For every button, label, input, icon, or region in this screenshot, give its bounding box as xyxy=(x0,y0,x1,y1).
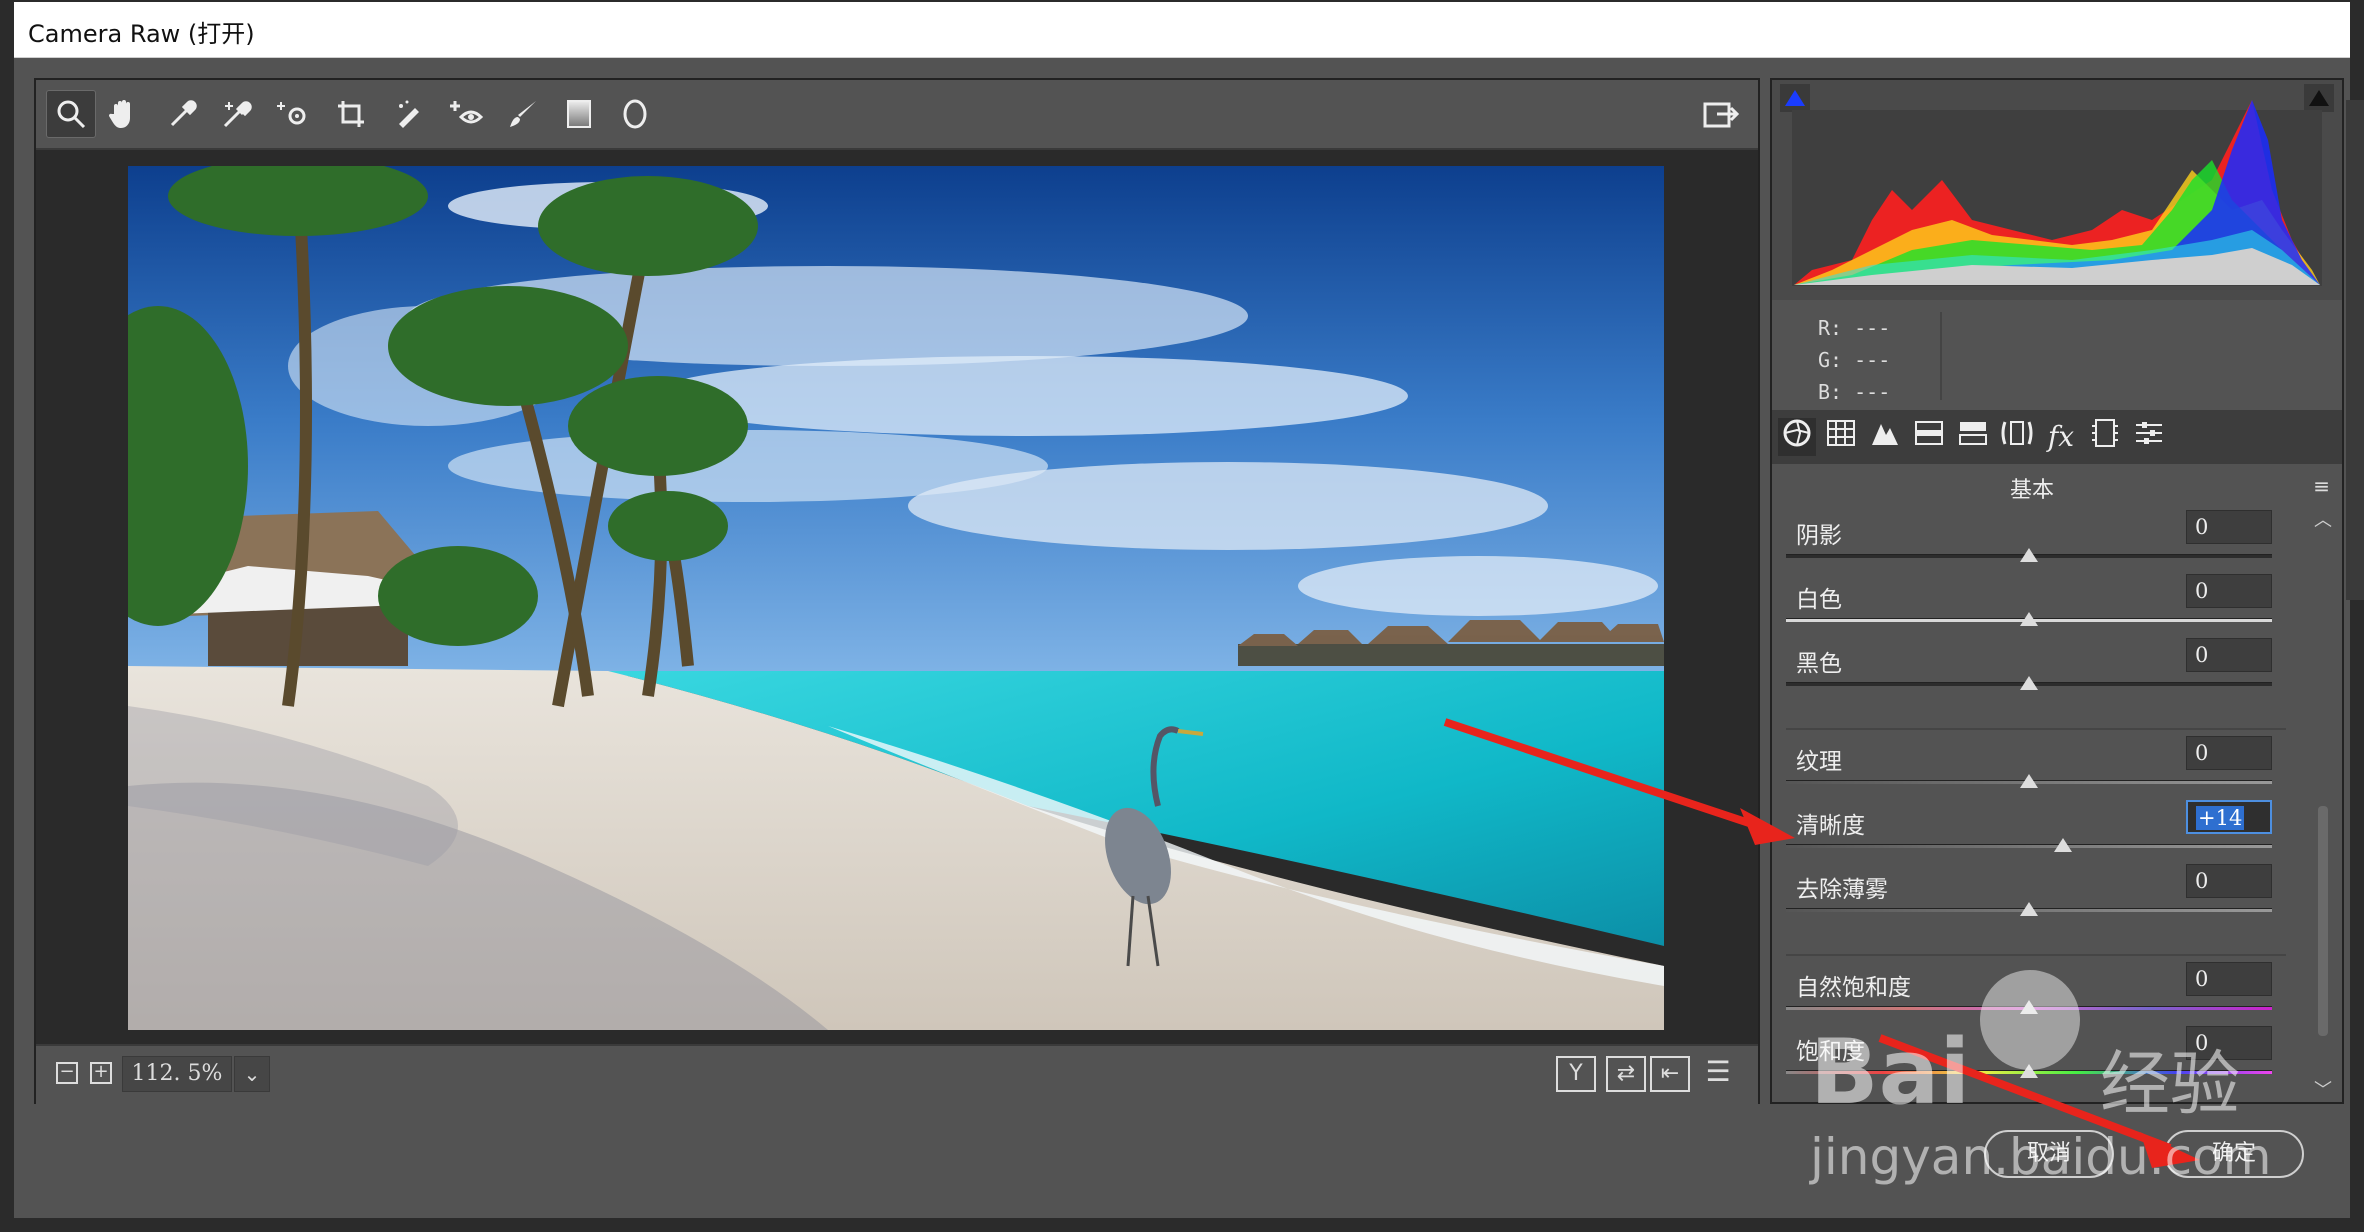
slider-label: 自然饱和度 xyxy=(1796,975,1911,1001)
slider-label: 饱和度 xyxy=(1796,1039,1865,1065)
split-toning-tab-icon[interactable] xyxy=(1954,418,1992,456)
slider-label: 去除薄雾 xyxy=(1796,877,1888,903)
tool-bar xyxy=(36,80,1758,150)
slider-value-input[interactable]: 0 xyxy=(2186,574,2272,608)
slider-thumb[interactable] xyxy=(2020,676,2038,690)
slider-thumb[interactable] xyxy=(2020,774,2038,788)
scroll-up-icon[interactable]: ︿ xyxy=(2314,506,2332,532)
targeted-adjust-icon[interactable] xyxy=(268,90,318,138)
copy-settings-button[interactable]: ⇤ xyxy=(1650,1056,1690,1092)
adjustments-panel: R: --- G: --- B: --- fx 基本 ≡ 阴影 0 白色 0 黑… xyxy=(1770,78,2344,1104)
histogram-graph xyxy=(1792,100,2322,286)
section-divider xyxy=(1786,954,2286,956)
slider-track[interactable] xyxy=(1786,844,2272,848)
panel-title: 基本 xyxy=(2009,478,2054,503)
readout-separator xyxy=(1940,312,1942,400)
slider-label: 阴影 xyxy=(1796,523,1842,549)
detail-tab-icon[interactable] xyxy=(1866,418,1904,456)
export-icon[interactable] xyxy=(1696,90,1746,138)
slider-label: 黑色 xyxy=(1796,651,1842,677)
slider-thumb[interactable] xyxy=(2020,1064,2038,1078)
section-divider xyxy=(1786,728,2286,730)
slider-value-input[interactable]: 0 xyxy=(2186,1026,2272,1060)
panel-tabs: fx xyxy=(1772,410,2342,464)
r-readout: R: --- xyxy=(1818,316,1891,340)
slider-thumb[interactable] xyxy=(2020,548,2038,562)
slider-dehaze: 去除薄雾 0 xyxy=(1786,864,2272,930)
slider-thumb[interactable] xyxy=(2020,612,2038,626)
slider-vibrance: 自然饱和度 0 xyxy=(1786,962,2272,1028)
slider-saturation: 饱和度 0 xyxy=(1786,1026,2272,1092)
scroll-down-icon[interactable]: ﹀ xyxy=(2314,1076,2332,1102)
white-balance-icon[interactable] xyxy=(158,90,208,138)
cancel-button[interactable]: 取消 xyxy=(1984,1130,2114,1178)
screen: Camera Raw (打开) − + 112. 5% ⌄ Y ⇄ ⇤ ☰ R:… xyxy=(0,0,2364,1232)
slider-value-input[interactable]: 0 xyxy=(2186,736,2272,770)
slider-value-input[interactable]: +14 xyxy=(2186,800,2272,834)
adjustment-brush-icon[interactable] xyxy=(498,90,548,138)
before-after-view-button[interactable]: Y xyxy=(1556,1056,1596,1092)
preview-preferences-button[interactable]: ☰ xyxy=(1698,1056,1738,1092)
calibration-tab-icon[interactable] xyxy=(2086,418,2124,456)
slider-texture: 纹理 0 xyxy=(1786,736,2272,802)
slider-thumb[interactable] xyxy=(2020,902,2038,916)
rgb-readout: R: --- G: --- B: --- xyxy=(1772,306,2342,406)
crop-icon[interactable] xyxy=(326,90,376,138)
camera-raw-window: − + 112. 5% ⌄ Y ⇄ ⇤ ☰ R: --- G: --- B: -… xyxy=(14,58,2350,1218)
panel-header: 基本 ≡ xyxy=(1772,466,2342,504)
hsl-tab-icon[interactable] xyxy=(1910,418,1948,456)
slider-value-input[interactable]: 0 xyxy=(2186,638,2272,672)
zoom-dropdown[interactable]: ⌄ xyxy=(234,1056,270,1092)
preview-panel: − + 112. 5% ⌄ Y ⇄ ⇤ ☰ xyxy=(34,78,1760,1104)
red-eye-icon[interactable] xyxy=(442,90,492,138)
status-bar: − + 112. 5% ⌄ Y ⇄ ⇤ ☰ xyxy=(36,1044,1758,1104)
slider-label: 纹理 xyxy=(1796,749,1842,775)
g-readout: G: --- xyxy=(1818,348,1891,372)
slider-label: 清晰度 xyxy=(1796,813,1865,839)
side-edge xyxy=(2346,100,2364,600)
slider-shadows: 阴影 0 xyxy=(1786,510,2272,576)
ok-button[interactable]: 确定 xyxy=(2164,1130,2304,1178)
beach-photo xyxy=(128,166,1664,1030)
zoom-in-button[interactable]: + xyxy=(90,1062,112,1084)
panel-scrollbar[interactable]: ︿ ﹀ xyxy=(2306,506,2340,1102)
selected-value: +14 xyxy=(2196,806,2245,830)
b-readout: B: --- xyxy=(1818,380,1891,404)
presets-tab-icon[interactable] xyxy=(2130,418,2168,456)
slider-label: 白色 xyxy=(1796,587,1842,613)
zoom-icon[interactable] xyxy=(46,90,96,138)
swap-settings-button[interactable]: ⇄ xyxy=(1606,1056,1646,1092)
histogram xyxy=(1772,80,2342,300)
spot-removal-icon[interactable] xyxy=(384,90,434,138)
slider-value-input[interactable]: 0 xyxy=(2186,864,2272,898)
slider-value-input[interactable]: 0 xyxy=(2186,510,2272,544)
graduated-filter-icon[interactable] xyxy=(554,90,604,138)
zoom-level[interactable]: 112. 5% xyxy=(122,1056,232,1092)
preview-image[interactable] xyxy=(128,166,1664,1030)
title-bar: Camera Raw (打开) xyxy=(14,2,2350,58)
basic-sliders: 阴影 0 白色 0 黑色 0 纹理 0 清晰度 +14 去除薄雾 0 自然饱和度… xyxy=(1772,506,2302,1102)
slider-thumb[interactable] xyxy=(2054,838,2072,852)
dialog-buttons: 取消 确定 xyxy=(34,1110,2344,1210)
slider-value-input[interactable]: 0 xyxy=(2186,962,2272,996)
slider-clarity: 清晰度 +14 xyxy=(1786,800,2272,866)
basic-tab-icon[interactable] xyxy=(1778,418,1816,456)
lens-corrections-tab-icon[interactable] xyxy=(1998,418,2036,456)
panel-menu-icon[interactable]: ≡ xyxy=(2313,474,2330,498)
effects-tab-icon[interactable]: fx xyxy=(2042,418,2080,456)
zoom-out-button[interactable]: − xyxy=(56,1062,78,1084)
scroll-thumb[interactable] xyxy=(2318,806,2328,1036)
window-title: Camera Raw (打开) xyxy=(28,20,255,48)
hand-icon[interactable] xyxy=(98,90,148,138)
slider-thumb[interactable] xyxy=(2020,1000,2038,1014)
slider-whites: 白色 0 xyxy=(1786,574,2272,640)
tone-curve-tab-icon[interactable] xyxy=(1822,418,1860,456)
slider-blacks: 黑色 0 xyxy=(1786,638,2272,704)
color-sampler-icon[interactable] xyxy=(212,90,262,138)
radial-filter-icon[interactable] xyxy=(610,90,660,138)
